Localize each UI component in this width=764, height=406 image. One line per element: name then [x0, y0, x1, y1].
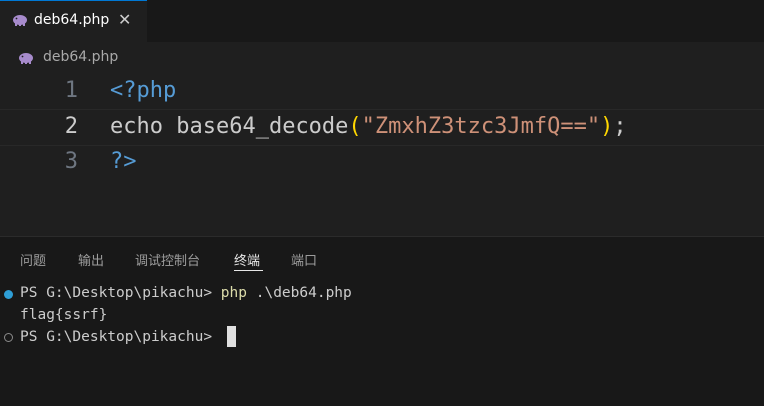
tab-debug-console[interactable]: 调试控制台: [135, 250, 200, 269]
terminal-command-line: PS G:\Desktop\pikachu> php .\deb64.php: [20, 285, 352, 301]
close-icon[interactable]: ✕: [118, 10, 131, 29]
code-editor[interactable]: 1 <?php 2 echo base64_decode("ZmxhZ3tzc3…: [0, 72, 764, 236]
terminal-output: flag{ssrf}: [20, 307, 108, 323]
line-number: 3: [64, 149, 78, 174]
line-number: 1: [64, 78, 78, 103]
active-tab-indicator: [234, 270, 263, 271]
php-close-tag: ?>: [110, 149, 137, 174]
code-line-current: 2 echo base64_decode("ZmxhZ3tzc3JmfQ==")…: [0, 109, 764, 146]
terminal-prompt-line[interactable]: PS G:\Desktop\pikachu>: [20, 329, 221, 345]
command-success-dot[interactable]: [4, 290, 13, 299]
echo-statement: echo base64_decode("ZmxhZ3tzc3JmfQ==");: [110, 114, 627, 139]
tab-output[interactable]: 输出: [78, 250, 104, 269]
function-name: base64_decode: [176, 114, 349, 139]
close-paren: ): [600, 114, 614, 139]
open-paren: (: [348, 114, 362, 139]
code-line: 3 ?>: [0, 146, 764, 183]
editor-tab-bar: deb64.php ✕: [0, 0, 764, 42]
bottom-panel: 问题 输出 调试控制台 终端 端口 PS G:\Desktop\pikachu>…: [0, 236, 764, 406]
code-line: 1 <?php: [0, 74, 764, 111]
tab-terminal[interactable]: 终端: [234, 250, 260, 269]
line-number: 2: [64, 114, 78, 139]
terminal-prompt: PS G:\Desktop\pikachu>: [20, 285, 221, 301]
terminal-prompt: PS G:\Desktop\pikachu>: [20, 329, 221, 345]
tab-ports[interactable]: 端口: [291, 250, 317, 269]
php-elephant-icon: [18, 50, 34, 69]
editor-tab-deb64[interactable]: deb64.php ✕: [0, 0, 147, 42]
terminal-cursor: [227, 326, 236, 347]
semicolon: ;: [613, 114, 627, 139]
echo-keyword: echo: [110, 114, 163, 139]
command-pending-dot[interactable]: [4, 333, 13, 342]
tab-filename: deb64.php: [34, 12, 110, 28]
breadcrumb: deb64.php: [0, 42, 764, 72]
breadcrumb-filename[interactable]: deb64.php: [43, 49, 118, 65]
php-open-tag: <?php: [110, 78, 177, 103]
terminal-cmd: php: [220, 285, 247, 301]
tab-problems[interactable]: 问题: [20, 250, 46, 269]
terminal-arg: .\deb64.php: [247, 285, 352, 301]
string-literal: "ZmxhZ3tzc3JmfQ==": [361, 114, 601, 139]
php-elephant-icon: [12, 12, 28, 31]
